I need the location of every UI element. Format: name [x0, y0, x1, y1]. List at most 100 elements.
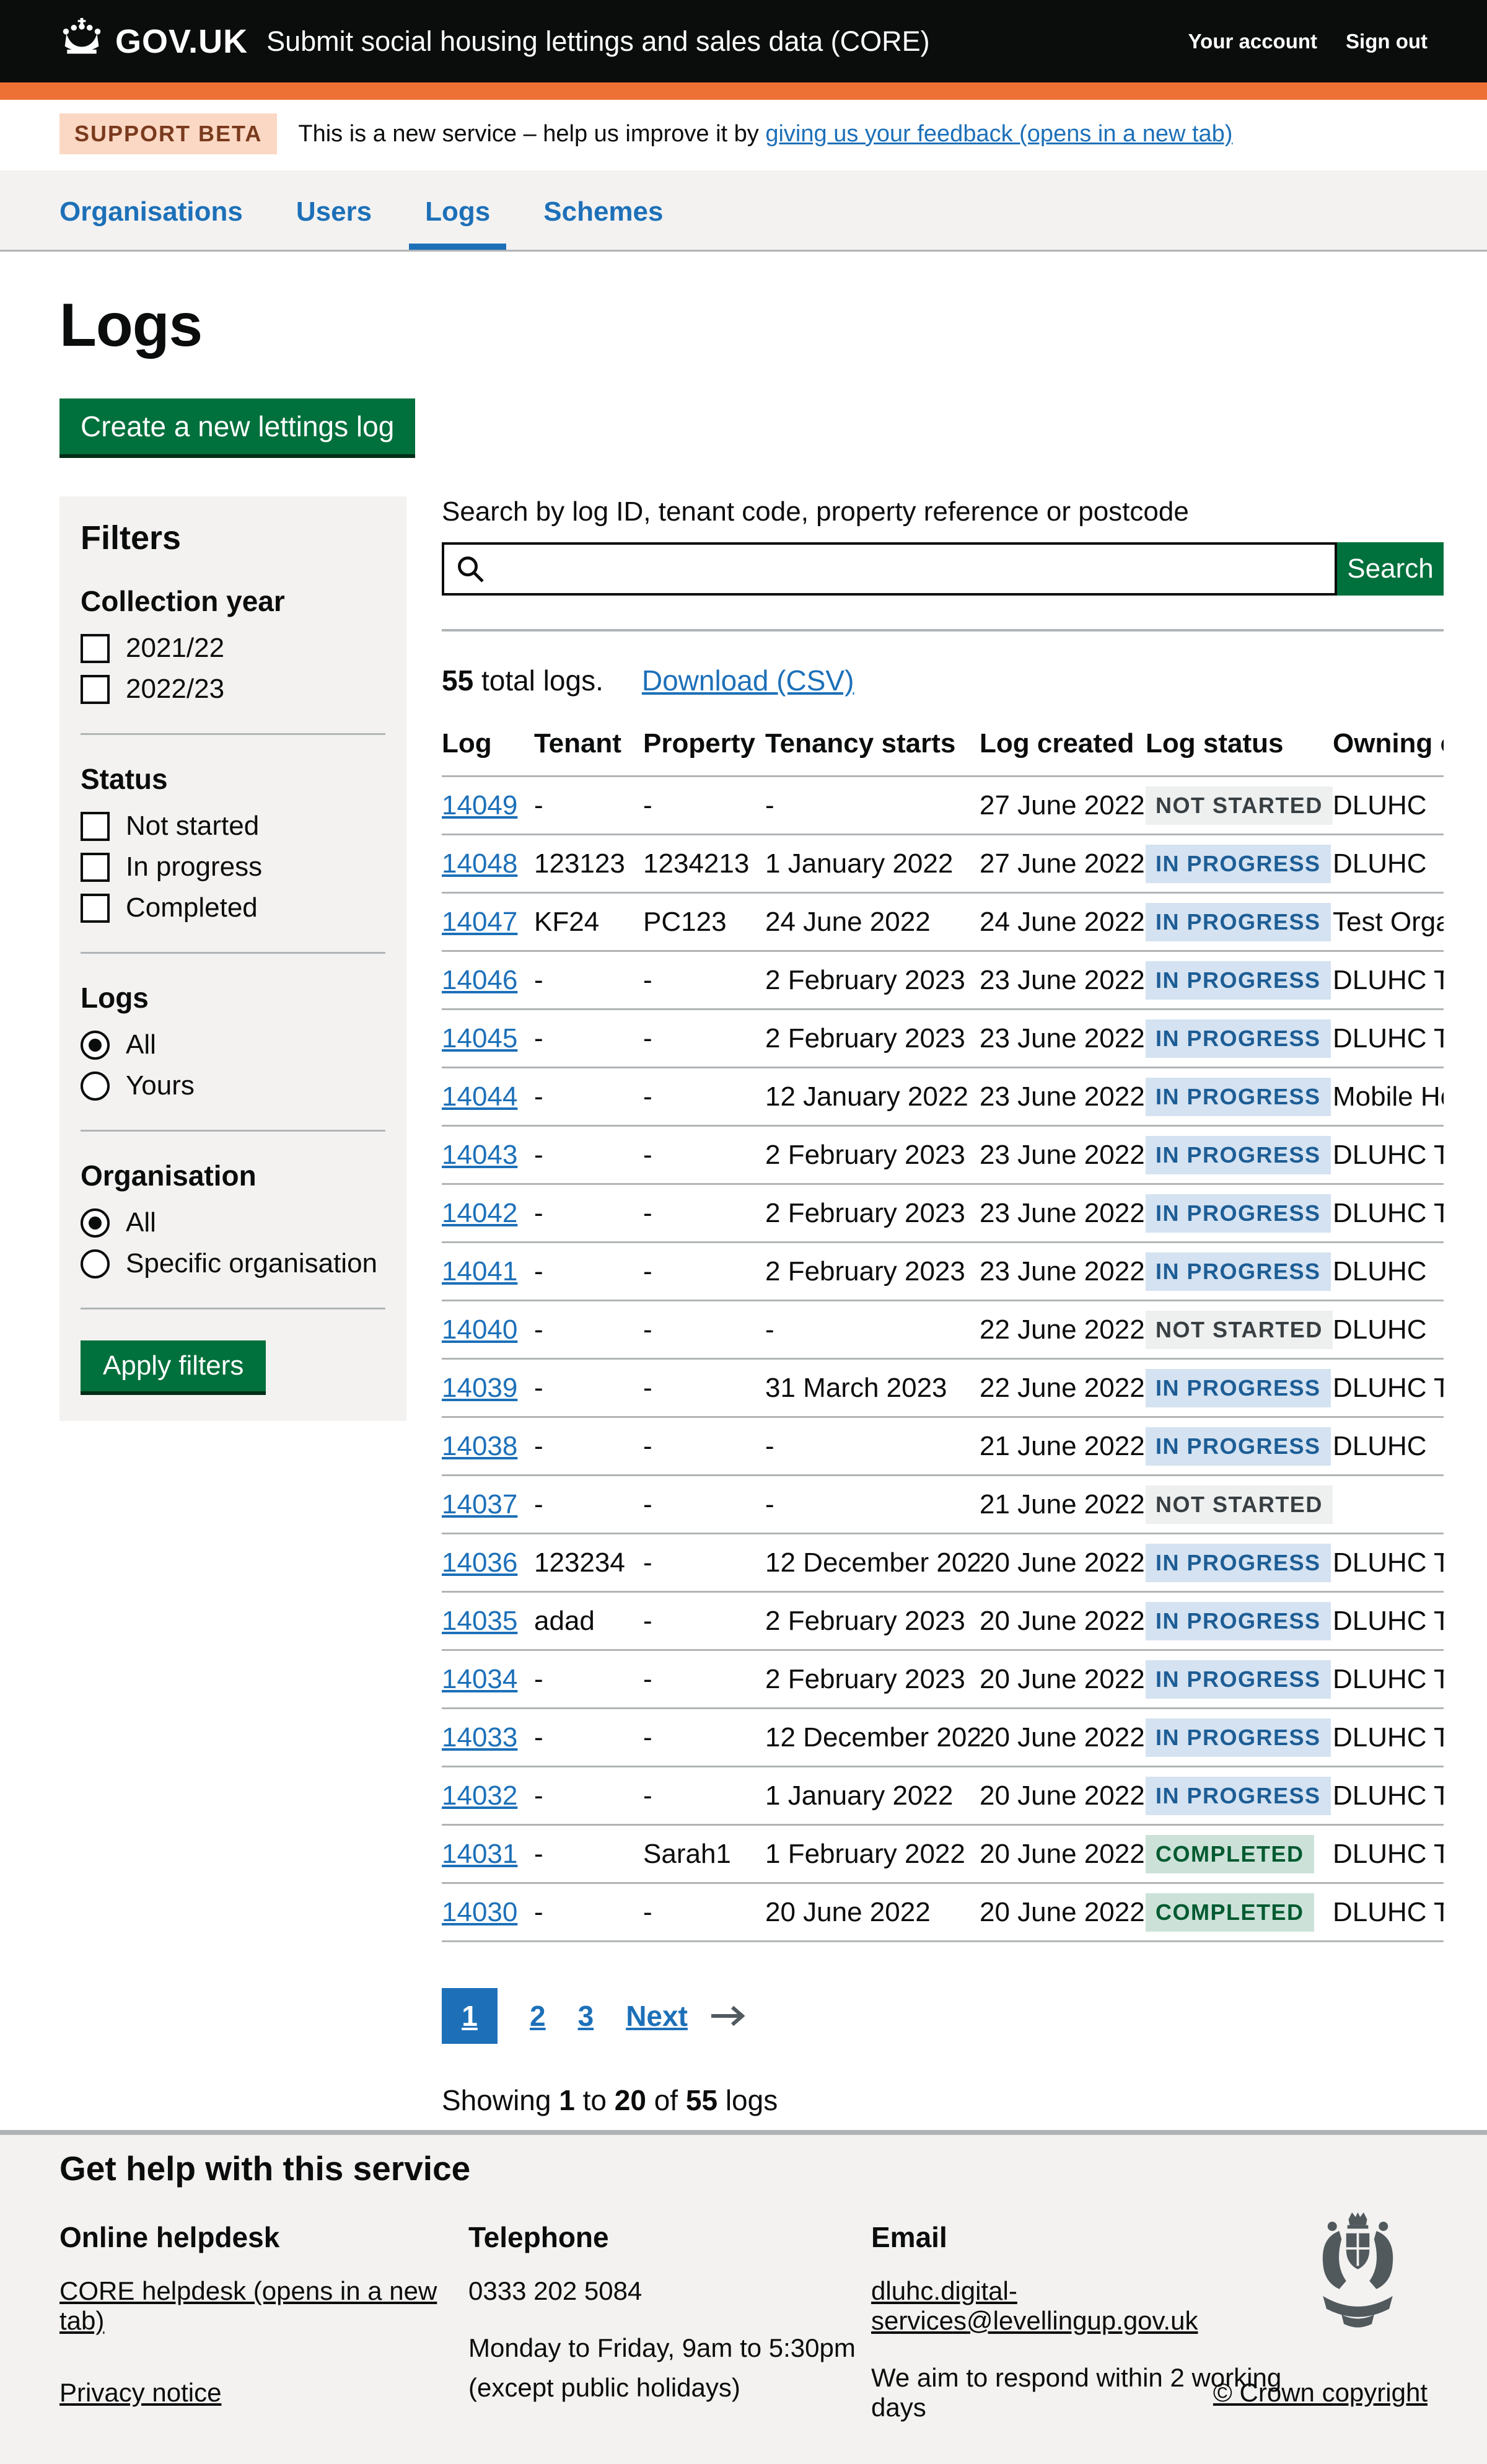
- log-id-link[interactable]: 14046: [442, 965, 517, 995]
- log-id-link[interactable]: 14035: [442, 1606, 517, 1636]
- log-status-cell: IN PROGRESS: [1146, 1068, 1333, 1126]
- radio-icon[interactable]: [81, 1249, 110, 1278]
- log-id-link[interactable]: 14031: [442, 1839, 517, 1869]
- checkbox-icon[interactable]: [81, 853, 110, 882]
- tenant-cell: adad: [534, 1592, 643, 1650]
- log-id-link[interactable]: 14037: [442, 1489, 517, 1520]
- log-id-link[interactable]: 14038: [442, 1431, 517, 1461]
- checkbox-icon[interactable]: [81, 812, 110, 841]
- apply-filters-button[interactable]: Apply filters: [81, 1340, 266, 1391]
- log-id-cell: 14033: [442, 1709, 534, 1767]
- email-link[interactable]: dluhc.digital-services@levellingup.gov.u…: [871, 2276, 1198, 2335]
- log-id-link[interactable]: 14033: [442, 1722, 517, 1753]
- search-button[interactable]: Search: [1337, 542, 1444, 596]
- next-arrow-icon: [709, 2003, 747, 2029]
- your-account-link[interactable]: Your account: [1188, 30, 1317, 53]
- checkbox-2022-23[interactable]: 2022/23: [81, 674, 385, 705]
- telephone-title: Telephone: [468, 2220, 871, 2254]
- log-id-link[interactable]: 14040: [442, 1314, 517, 1345]
- log-id-link[interactable]: 14041: [442, 1256, 517, 1287]
- table-row: 14046 - - 2 February 2023 23 June 2022 I…: [442, 951, 1444, 1010]
- log-id-cell: 14035: [442, 1592, 534, 1650]
- privacy-notice-link[interactable]: Privacy notice: [59, 2378, 221, 2408]
- status-badge: COMPLETED: [1146, 1835, 1314, 1873]
- tenancy-starts-cell: 2 February 2023: [765, 1184, 980, 1243]
- status-badge: NOT STARTED: [1146, 1311, 1333, 1349]
- tenancy-starts-cell: -: [765, 1301, 980, 1359]
- radio-logs-all[interactable]: All: [81, 1029, 385, 1060]
- table-row: 14047 KF24 PC123 24 June 2022 24 June 20…: [442, 893, 1444, 951]
- pagination-page-3[interactable]: 3: [578, 1999, 594, 2033]
- organisation-label: Organisation: [81, 1159, 385, 1192]
- feedback-link[interactable]: giving us your feedback (opens in a new …: [765, 121, 1232, 147]
- checkbox-not-started[interactable]: Not started: [81, 811, 385, 842]
- log-id-link[interactable]: 14034: [442, 1664, 517, 1694]
- search-input[interactable]: [442, 542, 1337, 596]
- pagination-page-2[interactable]: 2: [530, 1999, 546, 2033]
- status-badge: IN PROGRESS: [1146, 1019, 1331, 1058]
- radio-icon[interactable]: [81, 1208, 110, 1238]
- property-cell: -: [643, 1126, 765, 1184]
- showing-summary: Showing 1 to 20 of 55 logs: [442, 2083, 1444, 2117]
- create-lettings-log-button[interactable]: Create a new lettings log: [59, 398, 415, 454]
- log-id-link[interactable]: 14042: [442, 1198, 517, 1228]
- tenant-cell: -: [534, 1650, 643, 1709]
- govuk-logo[interactable]: GOV.UK: [59, 18, 248, 64]
- log-id-link[interactable]: 14043: [442, 1140, 517, 1170]
- total-logs-count: 55: [442, 664, 473, 697]
- log-id-link[interactable]: 14032: [442, 1780, 517, 1811]
- status-badge: IN PROGRESS: [1146, 961, 1331, 1000]
- radio-logs-yours[interactable]: Yours: [81, 1070, 385, 1101]
- tab-logs[interactable]: Logs: [409, 196, 506, 250]
- log-id-link[interactable]: 14047: [442, 907, 517, 937]
- log-status-cell: IN PROGRESS: [1146, 1359, 1333, 1417]
- log-id-cell: 14034: [442, 1650, 534, 1709]
- showing-mid: to: [575, 2084, 615, 2116]
- service-name[interactable]: Submit social housing lettings and sales…: [266, 25, 1188, 58]
- checkbox-completed[interactable]: Completed: [81, 892, 385, 923]
- download-csv-link[interactable]: Download (CSV): [642, 664, 854, 697]
- property-cell: Sarah1: [643, 1825, 765, 1883]
- owning-organisation-cell: DLUHC: [1333, 1417, 1444, 1476]
- tab-schemes[interactable]: Schemes: [527, 196, 679, 250]
- total-logs-caption: total logs.: [473, 664, 603, 697]
- tab-organisations[interactable]: Organisations: [43, 196, 259, 250]
- crown-copyright-link[interactable]: © Crown copyright: [1213, 2378, 1428, 2408]
- tenant-cell: -: [534, 1359, 643, 1417]
- radio-icon[interactable]: [81, 1071, 110, 1101]
- log-id-cell: 14043: [442, 1126, 534, 1184]
- checkbox-icon[interactable]: [81, 675, 110, 704]
- core-helpdesk-link[interactable]: CORE helpdesk (opens in a new tab): [59, 2276, 437, 2335]
- col-header-owning-organisation: Owning organisation: [1333, 728, 1444, 777]
- checkbox-in-progress[interactable]: In progress: [81, 851, 385, 882]
- log-status-cell: IN PROGRESS: [1146, 1243, 1333, 1301]
- owning-organisation-cell: DLUHC: [1333, 777, 1444, 835]
- log-id-link[interactable]: 14045: [442, 1023, 517, 1054]
- radio-organisation-all[interactable]: All: [81, 1207, 385, 1238]
- status-badge: IN PROGRESS: [1146, 1544, 1331, 1582]
- checkbox-2021-22[interactable]: 2021/22: [81, 633, 385, 664]
- checkbox-icon[interactable]: [81, 634, 110, 663]
- log-created-cell: 20 June 2022: [980, 1825, 1146, 1883]
- tenant-cell: KF24: [534, 893, 643, 951]
- radio-icon[interactable]: [81, 1031, 110, 1060]
- sign-out-link[interactable]: Sign out: [1346, 30, 1428, 53]
- log-id-link[interactable]: 14039: [442, 1373, 517, 1403]
- log-id-cell: 14036: [442, 1534, 534, 1592]
- checkbox-icon[interactable]: [81, 894, 110, 923]
- log-id-cell: 14038: [442, 1417, 534, 1476]
- tab-users[interactable]: Users: [280, 196, 388, 250]
- filters-divider: [81, 952, 385, 954]
- log-created-cell: 20 June 2022: [980, 1883, 1146, 1942]
- radio-organisation-specific[interactable]: Specific organisation: [81, 1248, 385, 1279]
- owning-organisation-cell: DLUHC: [1333, 1243, 1444, 1301]
- pagination-page-1-current[interactable]: 1: [442, 1988, 498, 2044]
- tenancy-starts-cell: -: [765, 1417, 980, 1476]
- log-created-cell: 23 June 2022: [980, 1068, 1146, 1126]
- log-id-link[interactable]: 14036: [442, 1547, 517, 1578]
- log-id-link[interactable]: 14044: [442, 1081, 517, 1112]
- pagination-next-link[interactable]: Next: [626, 1999, 688, 2033]
- log-id-link[interactable]: 14030: [442, 1897, 517, 1927]
- log-id-link[interactable]: 14049: [442, 790, 517, 821]
- log-id-link[interactable]: 14048: [442, 848, 517, 879]
